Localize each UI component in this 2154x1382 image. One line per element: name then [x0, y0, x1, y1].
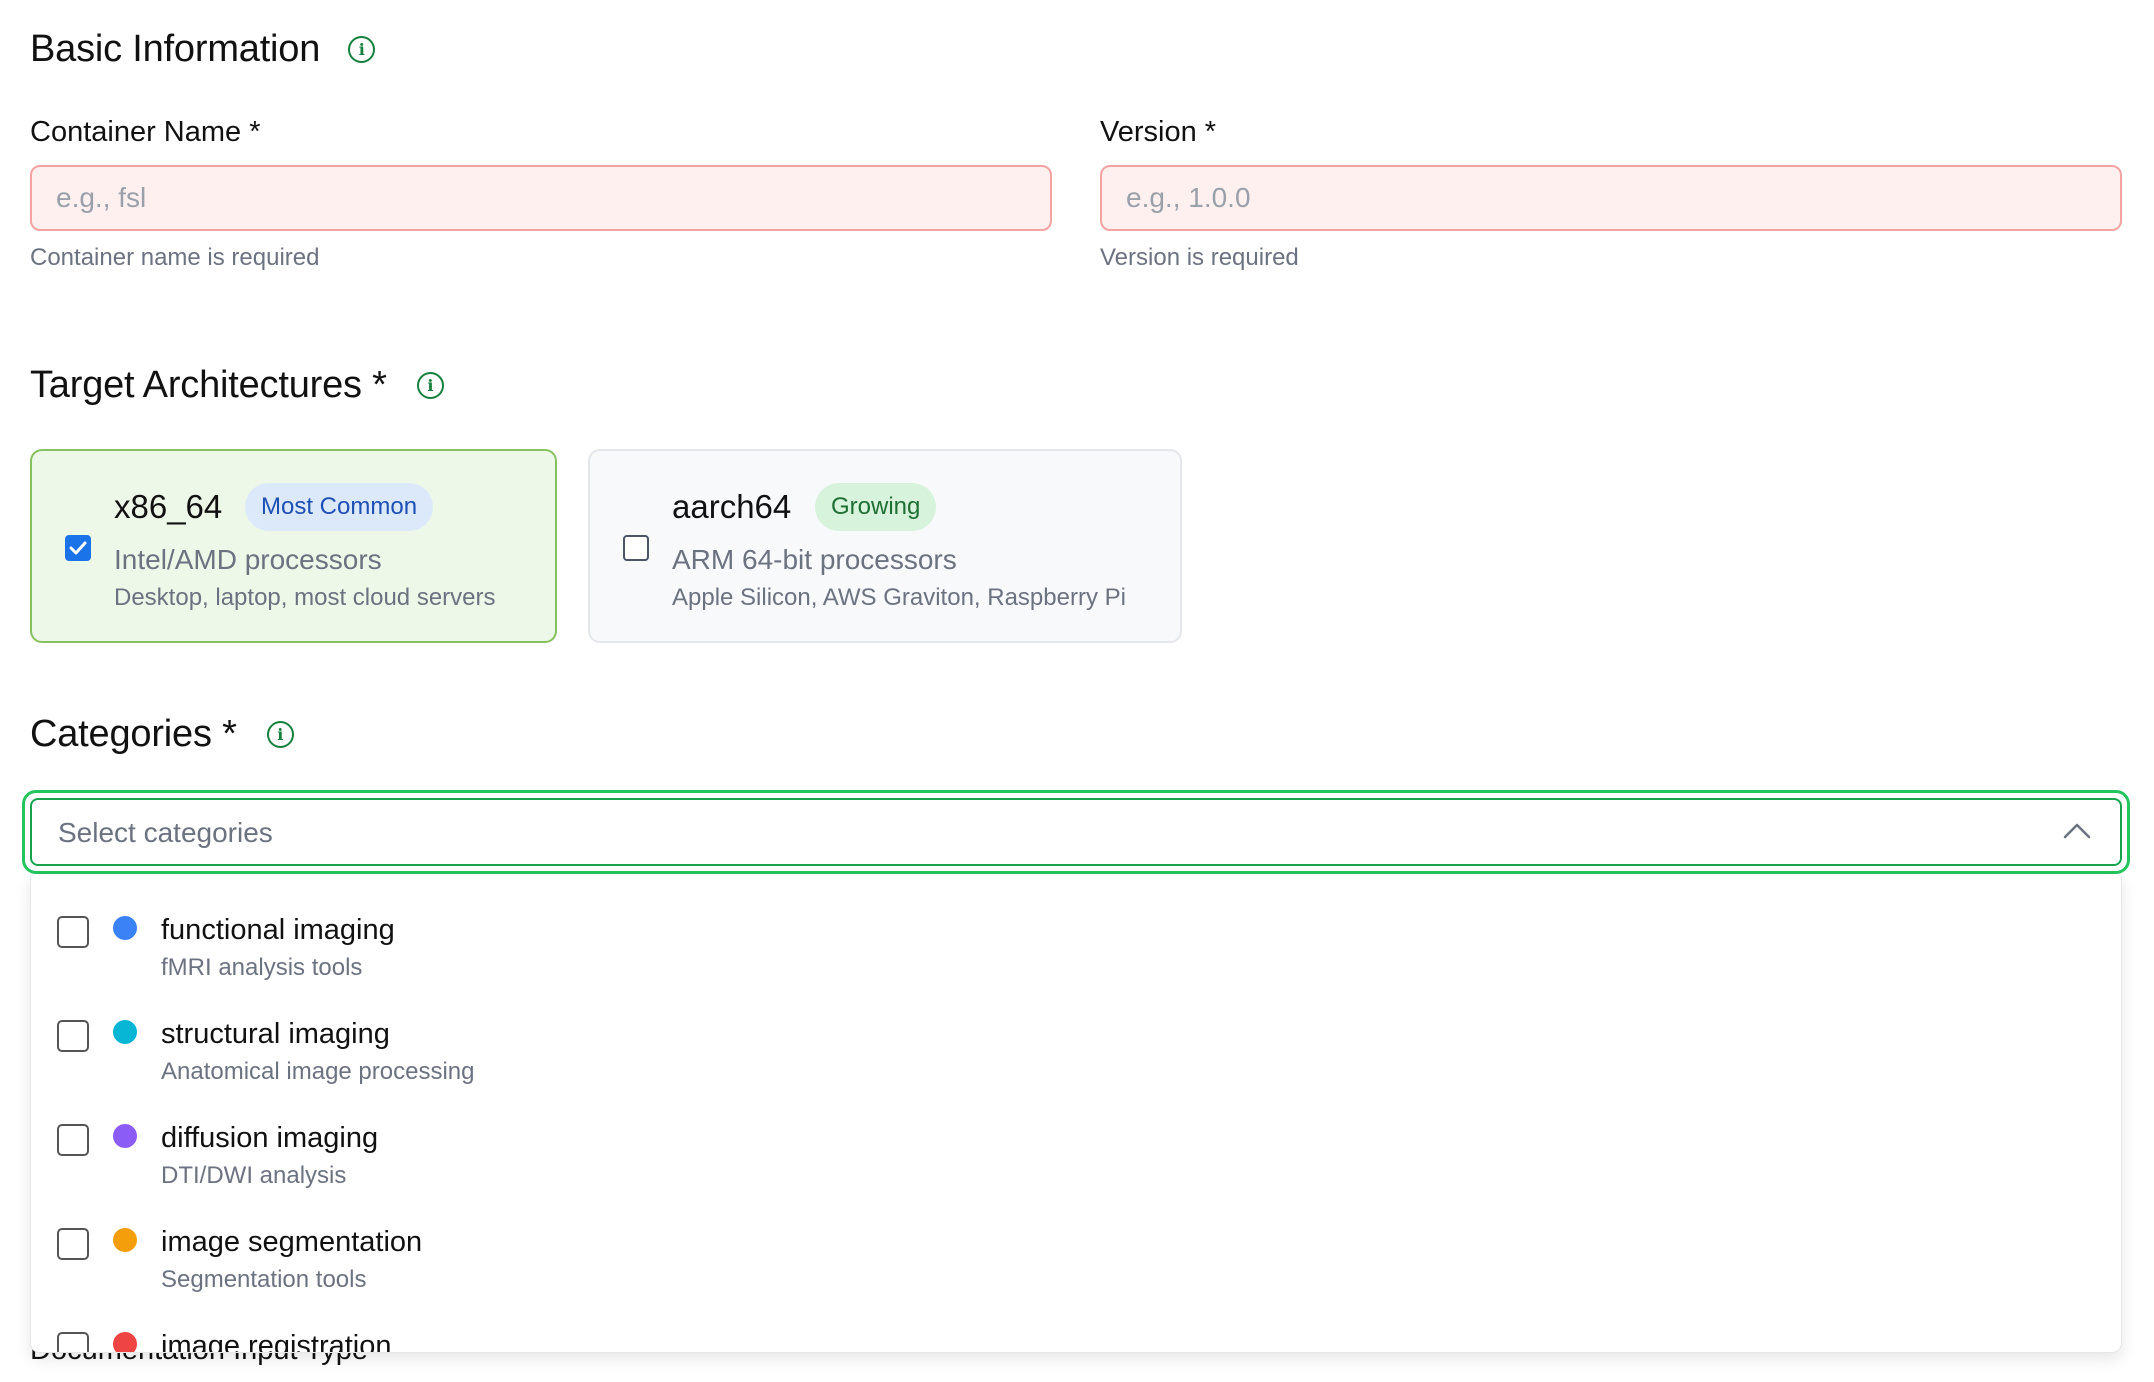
- category-color-dot: [113, 1332, 137, 1352]
- arch-name: x86_64: [114, 488, 223, 525]
- arch-badge-growing: Growing: [815, 483, 937, 531]
- target-architectures-title: Target Architectures *: [30, 364, 387, 406]
- arch-checkbox-x86-64[interactable]: [65, 535, 91, 561]
- categories-select-placeholder: Select categories: [58, 817, 273, 848]
- basic-information-title: Basic Information: [30, 28, 321, 70]
- info-icon[interactable]: i: [348, 36, 376, 63]
- category-color-dot: [113, 1228, 137, 1252]
- category-option-diffusion-imaging[interactable]: diffusion imaging DTI/DWI analysis: [31, 1104, 2121, 1208]
- arch-name: aarch64: [672, 488, 792, 525]
- categories-dropdown: functional imaging fMRI analysis tools s…: [30, 876, 2122, 1353]
- category-description: fMRI analysis tools: [161, 954, 363, 981]
- category-checkbox[interactable]: [57, 916, 89, 948]
- category-name: image segmentation: [161, 1226, 423, 1258]
- category-checkbox[interactable]: [57, 1228, 89, 1260]
- category-name: functional imaging: [161, 914, 395, 946]
- category-option-functional-imaging[interactable]: functional imaging fMRI analysis tools: [31, 896, 2121, 1000]
- arch-description: ARM 64-bit processors: [672, 544, 957, 575]
- category-color-dot: [113, 1020, 137, 1044]
- checkmark-icon: [69, 541, 87, 555]
- categories-select[interactable]: Select categories: [30, 798, 2122, 866]
- category-name: structural imaging: [161, 1018, 390, 1050]
- category-color-dot: [113, 916, 137, 940]
- category-checkbox[interactable]: [57, 1124, 89, 1156]
- page: Basic Information i Container Name * Con…: [0, 0, 2154, 1382]
- chevron-up-icon[interactable]: [2062, 816, 2092, 846]
- info-icon[interactable]: i: [266, 721, 294, 748]
- category-description: DTI/DWI analysis: [161, 1162, 347, 1189]
- version-input[interactable]: [1100, 165, 2122, 231]
- category-option-image-registration[interactable]: image registration: [31, 1312, 2121, 1353]
- arch-checkbox-aarch64[interactable]: [623, 535, 649, 561]
- category-checkbox[interactable]: [57, 1332, 89, 1352]
- arch-card-x86-64[interactable]: x86_64 Most Common Intel/AMD processors …: [30, 449, 557, 643]
- arch-detail: Apple Silicon, AWS Graviton, Raspberry P…: [672, 584, 1126, 611]
- container-name-input[interactable]: [30, 165, 1052, 231]
- info-icon[interactable]: i: [416, 372, 444, 399]
- categories-heading: Categories * i: [30, 713, 294, 756]
- category-color-dot: [113, 1124, 137, 1148]
- categories-title: Categories *: [30, 713, 237, 755]
- arch-detail: Desktop, laptop, most cloud servers: [114, 584, 496, 611]
- arch-description: Intel/AMD processors: [114, 544, 382, 575]
- version-error: Version is required: [1100, 244, 1299, 271]
- container-name-error: Container name is required: [30, 244, 320, 271]
- category-checkbox[interactable]: [57, 1020, 89, 1052]
- target-architectures-heading: Target Architectures * i: [30, 364, 444, 407]
- category-description: Segmentation tools: [161, 1266, 367, 1293]
- category-name: image registration: [161, 1330, 392, 1353]
- basic-information-heading: Basic Information i: [30, 28, 376, 71]
- arch-badge-most-common: Most Common: [245, 483, 434, 531]
- category-description: Anatomical image processing: [161, 1058, 475, 1085]
- arch-card-aarch64[interactable]: aarch64 Growing ARM 64-bit processors Ap…: [588, 449, 1182, 643]
- category-name: diffusion imaging: [161, 1122, 379, 1154]
- category-option-image-segmentation[interactable]: image segmentation Segmentation tools: [31, 1208, 2121, 1312]
- container-name-label: Container Name *: [30, 116, 261, 148]
- category-option-structural-imaging[interactable]: structural imaging Anatomical image proc…: [31, 1000, 2121, 1104]
- version-label: Version *: [1100, 116, 1217, 148]
